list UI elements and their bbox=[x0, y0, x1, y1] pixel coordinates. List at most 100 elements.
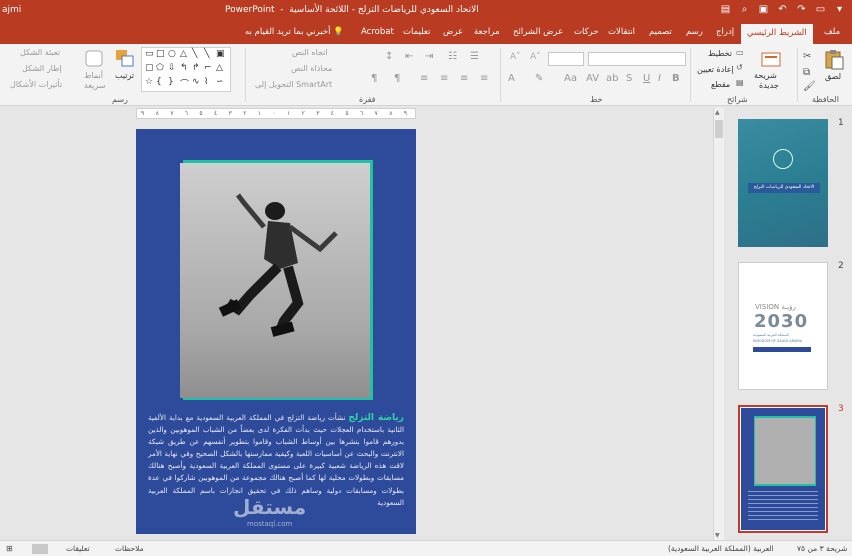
paste-button[interactable]: لصق bbox=[825, 72, 841, 81]
paste-icon[interactable] bbox=[823, 50, 845, 70]
arrow-down-shape[interactable]: ⇩ bbox=[168, 63, 176, 73]
justify-icon[interactable]: ≡ bbox=[420, 74, 428, 84]
align-center-icon[interactable]: ≡ bbox=[460, 74, 468, 84]
align-text-button[interactable]: محاذاة النص bbox=[291, 64, 332, 73]
user-name[interactable]: ajmi bbox=[2, 5, 21, 15]
scroll-down-icon[interactable]: ▼ bbox=[715, 532, 720, 539]
new-slide-button[interactable]: شريحة bbox=[754, 71, 777, 80]
quick-styles-icon[interactable] bbox=[84, 49, 106, 69]
text-direction-button[interactable]: اتجاه النص bbox=[292, 48, 328, 57]
rtl-icon[interactable]: ¶ bbox=[394, 74, 400, 84]
arrange-button[interactable]: ترتيب bbox=[115, 71, 134, 80]
outdent-icon[interactable]: ⇤ bbox=[405, 52, 413, 62]
slide-thumbnail-2[interactable]: VISION رؤيـة 2030 المملكة العربية السعود… bbox=[738, 262, 828, 390]
tab-animations[interactable]: حركات bbox=[574, 27, 599, 37]
font-size-box[interactable] bbox=[548, 52, 584, 66]
undo-icon[interactable]: ↶ bbox=[776, 3, 789, 16]
indent-icon[interactable]: ⇥ bbox=[425, 52, 433, 62]
strikethrough-icon[interactable]: ab bbox=[606, 74, 618, 84]
rectangle-shape[interactable]: □ bbox=[156, 49, 165, 59]
normal-view-icon[interactable] bbox=[32, 544, 48, 554]
slide-thumbnail-3[interactable] bbox=[738, 405, 828, 533]
highlight-icon[interactable]: ✎ bbox=[535, 74, 543, 84]
customize-qat-icon[interactable]: ▾ bbox=[833, 3, 846, 16]
slide-canvas[interactable]: رياضة التزلج نشأت رياضة التزلج في المملك… bbox=[136, 129, 416, 534]
tab-review[interactable]: مراجعة bbox=[474, 27, 500, 37]
italic-icon[interactable]: I bbox=[658, 74, 661, 84]
shadow-icon[interactable]: S bbox=[626, 74, 632, 84]
slide-thumbnail-1[interactable]: الاتحاد السعودي للرياضات التزلج bbox=[738, 119, 828, 247]
skater-photo[interactable] bbox=[180, 163, 370, 398]
tell-me-box[interactable]: أخبرني بما تريد القيام به bbox=[245, 27, 330, 37]
search-icon[interactable]: ⌕ bbox=[738, 3, 751, 16]
copy-icon[interactable]: ⧉ bbox=[803, 68, 810, 78]
format-painter-icon[interactable]: 🖌 bbox=[803, 82, 816, 92]
oval-shape[interactable]: ○ bbox=[168, 49, 176, 59]
vertical-scrollbar[interactable]: ▲ ▼ bbox=[713, 108, 724, 540]
align-left-icon[interactable]: ≡ bbox=[440, 74, 448, 84]
star-shape[interactable]: ☆ bbox=[145, 77, 153, 87]
tab-acrobat[interactable]: Acrobat bbox=[361, 27, 394, 37]
curve-shape[interactable]: ∿ bbox=[192, 77, 200, 87]
tab-file[interactable]: ملف bbox=[824, 27, 840, 37]
arc-shape[interactable]: ⌒ bbox=[180, 77, 189, 90]
quick-styles-button[interactable]: أنماط bbox=[84, 71, 103, 80]
tab-draw[interactable]: رسم bbox=[686, 27, 703, 37]
language-indicator[interactable]: العربية (المملكة العربية السعودية) bbox=[668, 544, 774, 553]
line-shape-2[interactable]: ╲ bbox=[204, 49, 209, 59]
save-icon[interactable]: ▣ bbox=[757, 3, 770, 16]
shape-fill-button[interactable]: تعبئة الشكل bbox=[20, 48, 60, 57]
line-spacing-icon[interactable]: ↕ bbox=[385, 52, 393, 62]
smartart-button[interactable]: التحويل إلى SmartArt bbox=[255, 80, 332, 89]
pentagon-shape[interactable]: ⬠ bbox=[156, 63, 164, 73]
shape-effects-button[interactable]: تأثيرات الأشكال bbox=[10, 80, 62, 89]
connector-shape[interactable]: ↰ bbox=[180, 63, 188, 73]
new-slide-button-2[interactable]: جديدة bbox=[759, 81, 779, 90]
connector-shape-2[interactable]: ↱ bbox=[192, 63, 200, 73]
reset-icon[interactable]: ↺ bbox=[736, 64, 743, 72]
triangle-shape[interactable]: △ bbox=[180, 49, 187, 59]
tab-home[interactable]: الشريط الرئيسي bbox=[741, 24, 813, 44]
scroll-up-icon[interactable]: ▲ bbox=[715, 109, 720, 116]
scroll-thumb[interactable] bbox=[715, 120, 723, 138]
brace-shape[interactable]: { bbox=[156, 77, 162, 87]
new-slide-icon[interactable] bbox=[760, 50, 782, 70]
layout-button[interactable]: تخطيط bbox=[708, 49, 732, 58]
tab-design[interactable]: تصميم bbox=[649, 27, 672, 37]
horizontal-ruler[interactable]: ٩ ٨ ٧ ٦ ٥ ٤ ٣ ٢ ١ ٠ ١ ٢ ٣ ٤ ٥ ٦ ٧ ٨ ٩ bbox=[136, 108, 416, 119]
slide-sorter-icon[interactable]: ⊞ bbox=[6, 544, 13, 553]
elbow-shape[interactable]: ⌐ bbox=[204, 63, 212, 73]
arrange-icon[interactable] bbox=[114, 48, 136, 68]
redo-icon[interactable]: ↷ bbox=[795, 3, 808, 16]
lightbulb-icon[interactable]: 💡 bbox=[333, 27, 344, 37]
notes-button[interactable]: ملاحظات bbox=[115, 544, 144, 553]
change-case-icon[interactable]: Aa bbox=[564, 74, 577, 84]
reset-button[interactable]: إعادة تعيين bbox=[697, 65, 734, 74]
tab-help[interactable]: تعليمات bbox=[403, 27, 430, 37]
section-icon[interactable]: ▤ bbox=[736, 79, 744, 87]
shapes-gallery[interactable]: ▭ □ ○ △ ╲ ╲ ▣ ▢ ⬠ ⇩ ↰ ↱ ⌐ △ ☆ { } ⌒ ∿ ⌇ … bbox=[141, 47, 231, 92]
image-shape[interactable]: ▣ bbox=[216, 49, 225, 59]
textbox-shape[interactable]: ▭ bbox=[145, 49, 154, 59]
underline-icon[interactable]: U bbox=[643, 74, 650, 84]
present-icon[interactable]: ▭ bbox=[814, 3, 827, 16]
bold-icon[interactable]: B bbox=[672, 74, 680, 84]
tab-insert[interactable]: إدراج bbox=[716, 27, 734, 37]
tab-view[interactable]: عرض bbox=[443, 27, 463, 37]
tab-slideshow[interactable]: عرض الشرائح bbox=[513, 27, 563, 37]
brace-shape-2[interactable]: } bbox=[168, 77, 174, 87]
comments-button[interactable]: تعليقات bbox=[66, 544, 90, 553]
font-name-box[interactable] bbox=[588, 52, 686, 66]
section-button[interactable]: مقطع bbox=[711, 80, 730, 89]
scribble-shape[interactable]: ∽ bbox=[216, 77, 224, 87]
spacing-icon[interactable]: AV bbox=[586, 74, 599, 84]
bullets-icon[interactable]: ☰ bbox=[470, 52, 479, 62]
shape-outline-button[interactable]: إطار الشكل bbox=[22, 64, 62, 73]
font-color-icon[interactable]: A bbox=[508, 74, 515, 84]
layout-icon[interactable]: ▭ bbox=[736, 49, 744, 57]
line-shape[interactable]: ╲ bbox=[192, 49, 197, 59]
quick-styles-button-2[interactable]: سريعة bbox=[84, 81, 106, 90]
triangle-shape-2[interactable]: △ bbox=[216, 63, 223, 73]
align-right-icon[interactable]: ≡ bbox=[480, 74, 488, 84]
rounded-rect-shape[interactable]: ▢ bbox=[145, 63, 154, 73]
